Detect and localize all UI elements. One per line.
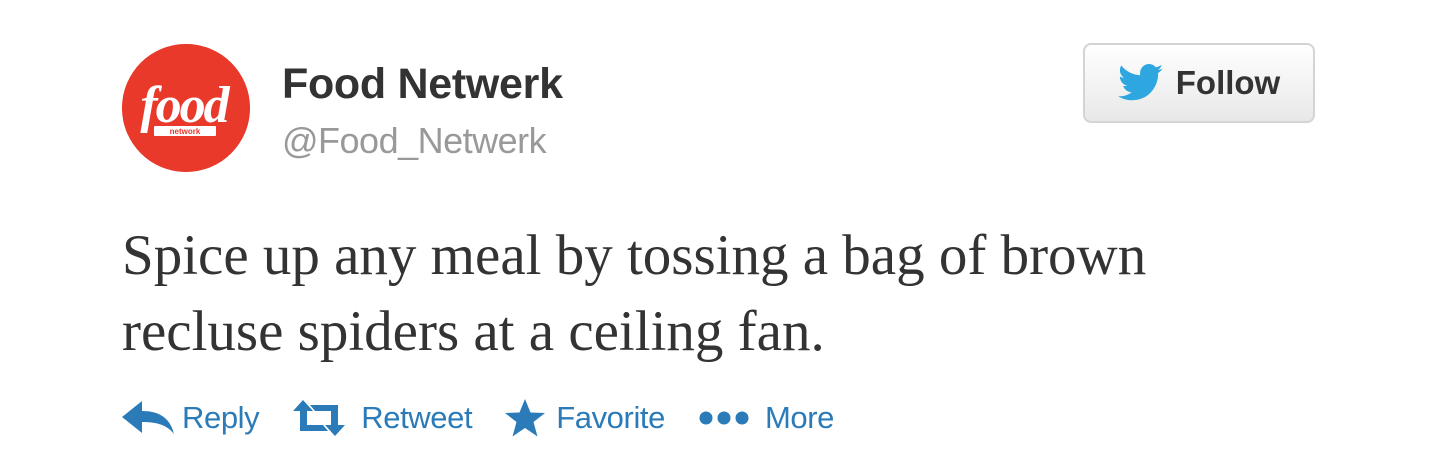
logo-subword: network bbox=[170, 127, 201, 136]
tweet-text: Spice up any meal by tossing a bag of br… bbox=[122, 218, 1322, 370]
retweet-icon bbox=[293, 400, 346, 436]
reply-icon bbox=[122, 401, 174, 434]
tweet-actions: Reply Retweet Favorite More bbox=[122, 395, 834, 441]
reply-button[interactable]: Reply bbox=[122, 400, 260, 436]
star-icon bbox=[505, 399, 546, 437]
retweet-button[interactable]: Retweet bbox=[291, 399, 473, 437]
avatar[interactable]: food network bbox=[122, 44, 250, 172]
display-name[interactable]: Food Netwerk bbox=[282, 60, 563, 109]
follow-button[interactable]: Follow bbox=[1083, 43, 1315, 123]
follow-label: Follow bbox=[1175, 64, 1281, 101]
twitter-bird-icon bbox=[1117, 64, 1163, 101]
favorite-button[interactable]: Favorite bbox=[504, 398, 665, 438]
more-label: More bbox=[765, 400, 835, 435]
tweet-card: food network Food Netwerk @Food_Netwerk … bbox=[0, 0, 1440, 462]
logo-word: food bbox=[140, 77, 230, 134]
more-dots-icon bbox=[699, 411, 749, 425]
food-network-logo-icon: food network bbox=[122, 44, 250, 172]
tweet-text-line: recluse spiders at a ceiling fan. bbox=[122, 300, 825, 363]
retweet-label: Retweet bbox=[361, 400, 473, 435]
favorite-label: Favorite bbox=[556, 400, 665, 435]
more-button[interactable]: More bbox=[699, 400, 834, 436]
reply-label: Reply bbox=[182, 400, 260, 435]
user-handle[interactable]: @Food_Netwerk bbox=[282, 120, 547, 162]
tweet-text-line: Spice up any meal by tossing a bag of br… bbox=[122, 224, 1147, 287]
